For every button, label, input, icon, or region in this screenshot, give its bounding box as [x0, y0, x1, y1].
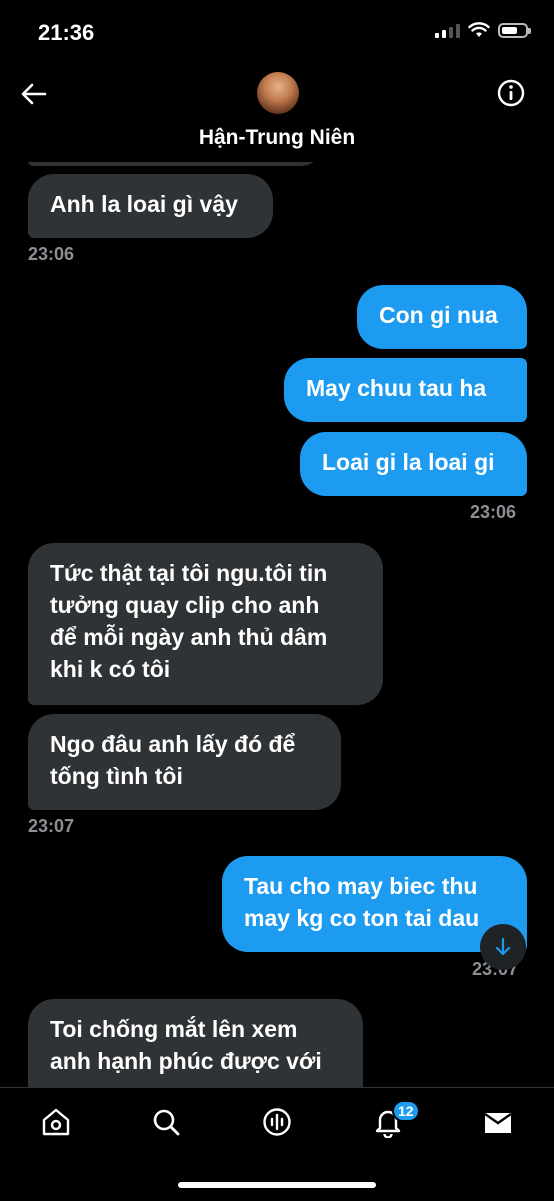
search-icon[interactable]: [150, 1106, 182, 1138]
back-arrow-icon[interactable]: [18, 78, 50, 110]
message-bubble-incoming: [28, 162, 323, 166]
message-text-line: Ngo đâu anh lấy đó để: [50, 731, 296, 757]
signal-icon: [435, 22, 460, 38]
message-bubble-incoming[interactable]: Tức thật tại tôi ngu.tôi tin tưởng quay …: [28, 543, 383, 705]
battery-icon: [498, 22, 531, 38]
avatar[interactable]: [257, 72, 299, 114]
message-bubble-outgoing[interactable]: May chuu tau ha: [284, 358, 527, 422]
message-text-line: tống tình tôi: [50, 763, 183, 789]
conversation-header: Hận-Trung Niên: [0, 64, 554, 162]
message-text: May chuu tau ha: [306, 375, 487, 401]
contact-name[interactable]: Hận-Trung Niên: [0, 126, 554, 150]
message-text-line: khi k có tôi: [50, 656, 171, 682]
message-text-line: Toi chống mắt lên xem: [50, 1016, 298, 1042]
message-text-line: Tức thật tại tôi ngu.tôi tin: [50, 560, 328, 586]
message-bubble-outgoing[interactable]: Con gi nua: [357, 285, 527, 349]
message-bubble-incoming[interactable]: Anh la loai gì vậy: [28, 174, 273, 238]
info-icon[interactable]: [496, 78, 526, 108]
message-list[interactable]: Anh la loai gì vậy 23:06 Con gi nua May …: [0, 162, 554, 1087]
status-icons: [435, 22, 531, 38]
messages-icon[interactable]: [482, 1106, 514, 1138]
home-icon[interactable]: [40, 1106, 72, 1138]
message-text: Anh la loai gì vậy: [50, 191, 238, 217]
message-bubble-incoming[interactable]: Toi chống mắt lên xem anh hạnh phúc được…: [28, 999, 363, 1087]
spaces-icon[interactable]: [261, 1106, 293, 1138]
scroll-to-bottom-button[interactable]: [480, 924, 526, 970]
message-text: Con gi nua: [379, 302, 498, 328]
message-bubble-outgoing[interactable]: Loai gi la loai gi: [300, 432, 527, 496]
message-text-line: để mỗi ngày anh thủ dâm: [50, 624, 328, 650]
arrow-down-icon: [495, 937, 511, 956]
message-text-line: Tau cho may biec thu: [244, 873, 478, 899]
message-timestamp: 23:06: [28, 244, 75, 264]
wifi-icon: [468, 22, 490, 37]
notifications-badge: 12: [392, 1100, 420, 1122]
message-text-line: may kg co ton tai dau: [244, 905, 480, 931]
status-time: 21:36: [38, 20, 95, 45]
message-bubble-incoming[interactable]: Ngo đâu anh lấy đó để tống tình tôi: [28, 714, 341, 810]
message-text-line: tưởng quay clip cho anh: [50, 592, 320, 618]
status-bar: 21:36: [0, 0, 554, 64]
message-text: Loai gi la loai gi: [322, 449, 495, 475]
message-timestamp: 23:07: [28, 816, 75, 836]
message-timestamp: 23:06: [470, 502, 517, 522]
home-indicator: [178, 1182, 376, 1188]
message-text-line: anh hạnh phúc được với: [50, 1048, 322, 1074]
